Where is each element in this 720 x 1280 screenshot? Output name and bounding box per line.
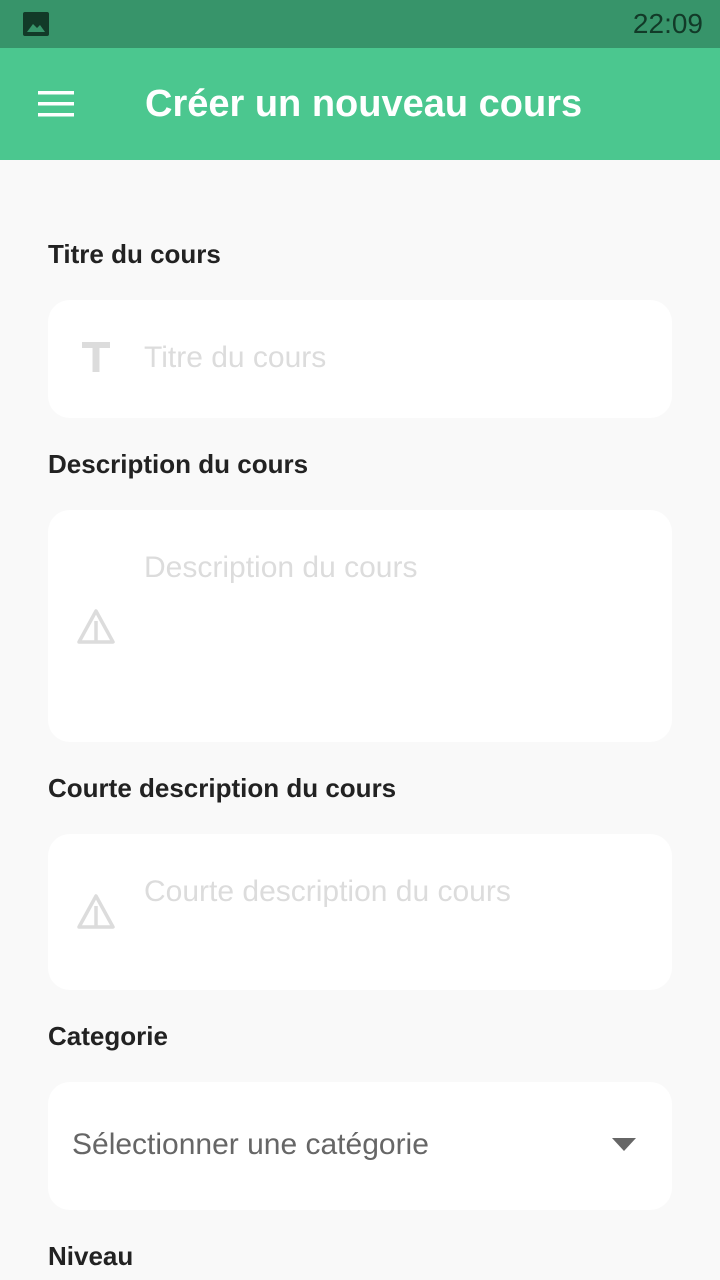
dropdown-arrow-icon[interactable] [612, 1138, 636, 1152]
description-field[interactable] [48, 510, 672, 742]
short-description-field-label: Courte description du cours [48, 773, 397, 803]
status-time: 22:09 [632, 8, 703, 39]
description-input[interactable] [144, 550, 644, 710]
app-bar: Créer un nouveau cours [0, 48, 720, 160]
warning-icon [77, 609, 115, 644]
short-description-input[interactable] [144, 874, 644, 964]
title-field-label: Titre du cours [48, 239, 221, 269]
category-selected-value: Sélectionner une catégorie [72, 1128, 429, 1161]
status-bar: 22:09 [0, 0, 720, 48]
image-icon [23, 12, 49, 36]
menu-icon[interactable] [38, 91, 74, 117]
category-select[interactable]: Sélectionner une catégorie [48, 1082, 672, 1210]
level-field-label: Niveau [48, 1241, 134, 1271]
description-field-label: Description du cours [48, 449, 309, 479]
short-description-field[interactable] [48, 834, 672, 990]
title-input[interactable] [144, 338, 644, 378]
title-field[interactable] [48, 300, 672, 418]
text-icon [82, 342, 110, 372]
category-field-label: Categorie [48, 1021, 168, 1051]
warning-icon [77, 894, 115, 929]
page-title: Créer un nouveau cours [145, 83, 583, 125]
